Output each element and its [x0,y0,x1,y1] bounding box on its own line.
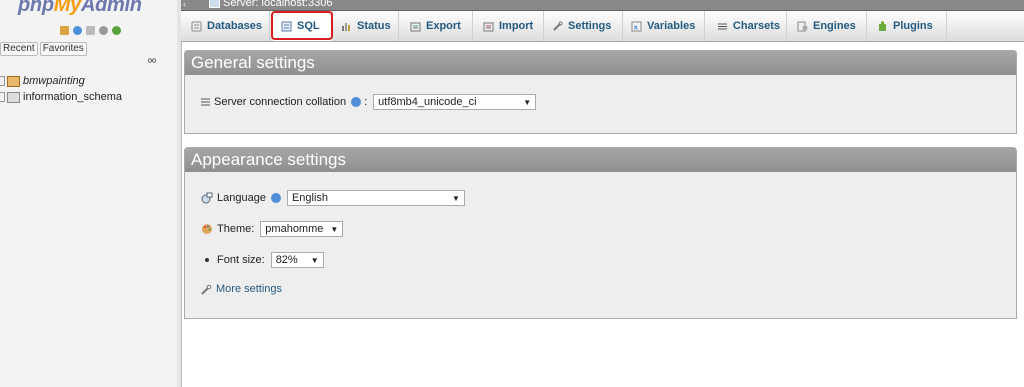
server-breadcrumb-bar: ‹ Server: localhost:3306 [181,0,1024,11]
theme-row: Theme: pmahomme ▼ [201,221,344,237]
more-settings-row: More settings [201,283,282,295]
colon: : [364,96,368,108]
chevron-down-icon: ▼ [523,97,532,107]
tab-charsets[interactable]: Charsets [705,11,787,41]
collation-label: Server connection collation [214,96,347,108]
navigation-panel: phpMyAdmin Recent Favorites bmwpainting … [0,0,178,387]
help-icon[interactable] [270,193,281,203]
tab-label: Databases [207,20,263,32]
help-icon[interactable] [351,97,362,107]
tab-settings[interactable]: Settings [544,11,623,41]
link-icon[interactable] [148,58,156,63]
bullet-icon [205,258,209,262]
tab-engines[interactable]: Engines [787,11,867,41]
theme-value: pmahomme [265,223,324,235]
home-icon[interactable] [60,26,69,35]
general-settings-title: General settings [185,51,1016,75]
fontsize-select[interactable]: 82% ▼ [270,252,324,268]
wrench-icon [553,20,563,31]
collation-row: Server connection collation : utf8mb4_un… [201,94,537,110]
tab-plugins[interactable]: Plugins [867,11,947,41]
theme-select[interactable]: pmahomme ▼ [260,221,344,237]
language-row: Language English ▼ [201,190,465,206]
tab-sql[interactable]: SQL [273,11,333,41]
nav-resizer[interactable] [177,0,182,387]
database-icon [7,75,20,87]
server-icon [209,0,220,8]
reload-icon[interactable] [112,26,121,35]
recent-tab[interactable]: Recent [0,42,38,56]
theme-label: Theme: [217,223,255,235]
db-name[interactable]: information_schema [23,91,122,103]
variables-icon: x [631,21,642,31]
db-item-bmwpainting[interactable]: bmwpainting [0,73,122,89]
general-settings-panel: General settings Server connection colla… [184,50,1017,134]
chevron-down-icon: ▼ [330,224,339,234]
appearance-settings-panel: Appearance settings Language English ▼ Th… [184,147,1017,319]
logout-icon[interactable] [73,26,82,35]
language-label: Language [217,192,266,204]
charsets-icon [717,23,727,29]
favorites-tab[interactable]: Favorites [39,42,87,56]
tab-databases[interactable]: Databases [181,11,270,41]
fontsize-label: Font size: [217,254,265,266]
plugins-icon [879,21,886,31]
gear-icon[interactable] [99,26,108,35]
tab-export[interactable]: Export [399,11,473,41]
top-menu: Databases SQL Status Export Import Setti… [181,11,1024,42]
import-icon [483,22,494,31]
tab-label: Status [357,20,391,32]
nav-icon-bar [60,26,121,35]
expand-icon[interactable] [0,92,5,102]
palette-icon [202,224,212,234]
language-select[interactable]: English ▼ [286,190,465,206]
chevron-down-icon: ▼ [452,193,460,203]
databases-icon [191,21,202,31]
engines-icon [797,21,808,31]
server-label: Server: localhost:3306 [223,0,333,9]
docs-icon[interactable] [86,26,95,35]
appearance-settings-title: Appearance settings [185,148,1016,172]
expand-icon[interactable] [0,76,5,86]
tab-label: SQL [297,20,320,32]
tab-label: Import [499,20,534,32]
phpmyadmin-logo[interactable]: phpMyAdmin [18,0,142,17]
db-item-information-schema[interactable]: information_schema [0,89,122,105]
wrench-icon [201,284,212,295]
database-tree: bmwpainting information_schema [0,73,122,105]
back-arrow-icon[interactable]: ‹ [183,0,186,9]
tab-status[interactable]: Status [333,11,399,41]
export-icon [410,22,421,31]
collation-value: utf8mb4_unicode_ci [378,96,477,108]
collation-select[interactable]: utf8mb4_unicode_ci ▼ [373,94,537,110]
tab-label: Charsets [732,20,780,32]
database-icon [7,91,20,103]
more-settings-link[interactable]: More settings [216,283,282,295]
sql-icon [281,21,292,31]
chevron-down-icon: ▼ [310,255,319,265]
language-icon [201,192,213,204]
status-icon [342,22,350,31]
language-value: English [291,192,329,204]
tab-label: Plugins [893,20,933,32]
fontsize-row: Font size: 82% ▼ [201,252,324,268]
svg-text:x: x [634,23,639,31]
tab-label: Variables [647,20,696,32]
fontsize-value: 82% [275,254,298,266]
tab-label: Engines [813,20,856,32]
tab-label: Export [426,20,461,32]
tab-variables[interactable]: x Variables [623,11,705,41]
list-icon [201,98,210,106]
server-breadcrumb[interactable]: Server: localhost:3306 [209,0,332,9]
db-name[interactable]: bmwpainting [23,75,85,87]
tab-label: Settings [568,20,612,32]
tab-import[interactable]: Import [473,11,544,41]
